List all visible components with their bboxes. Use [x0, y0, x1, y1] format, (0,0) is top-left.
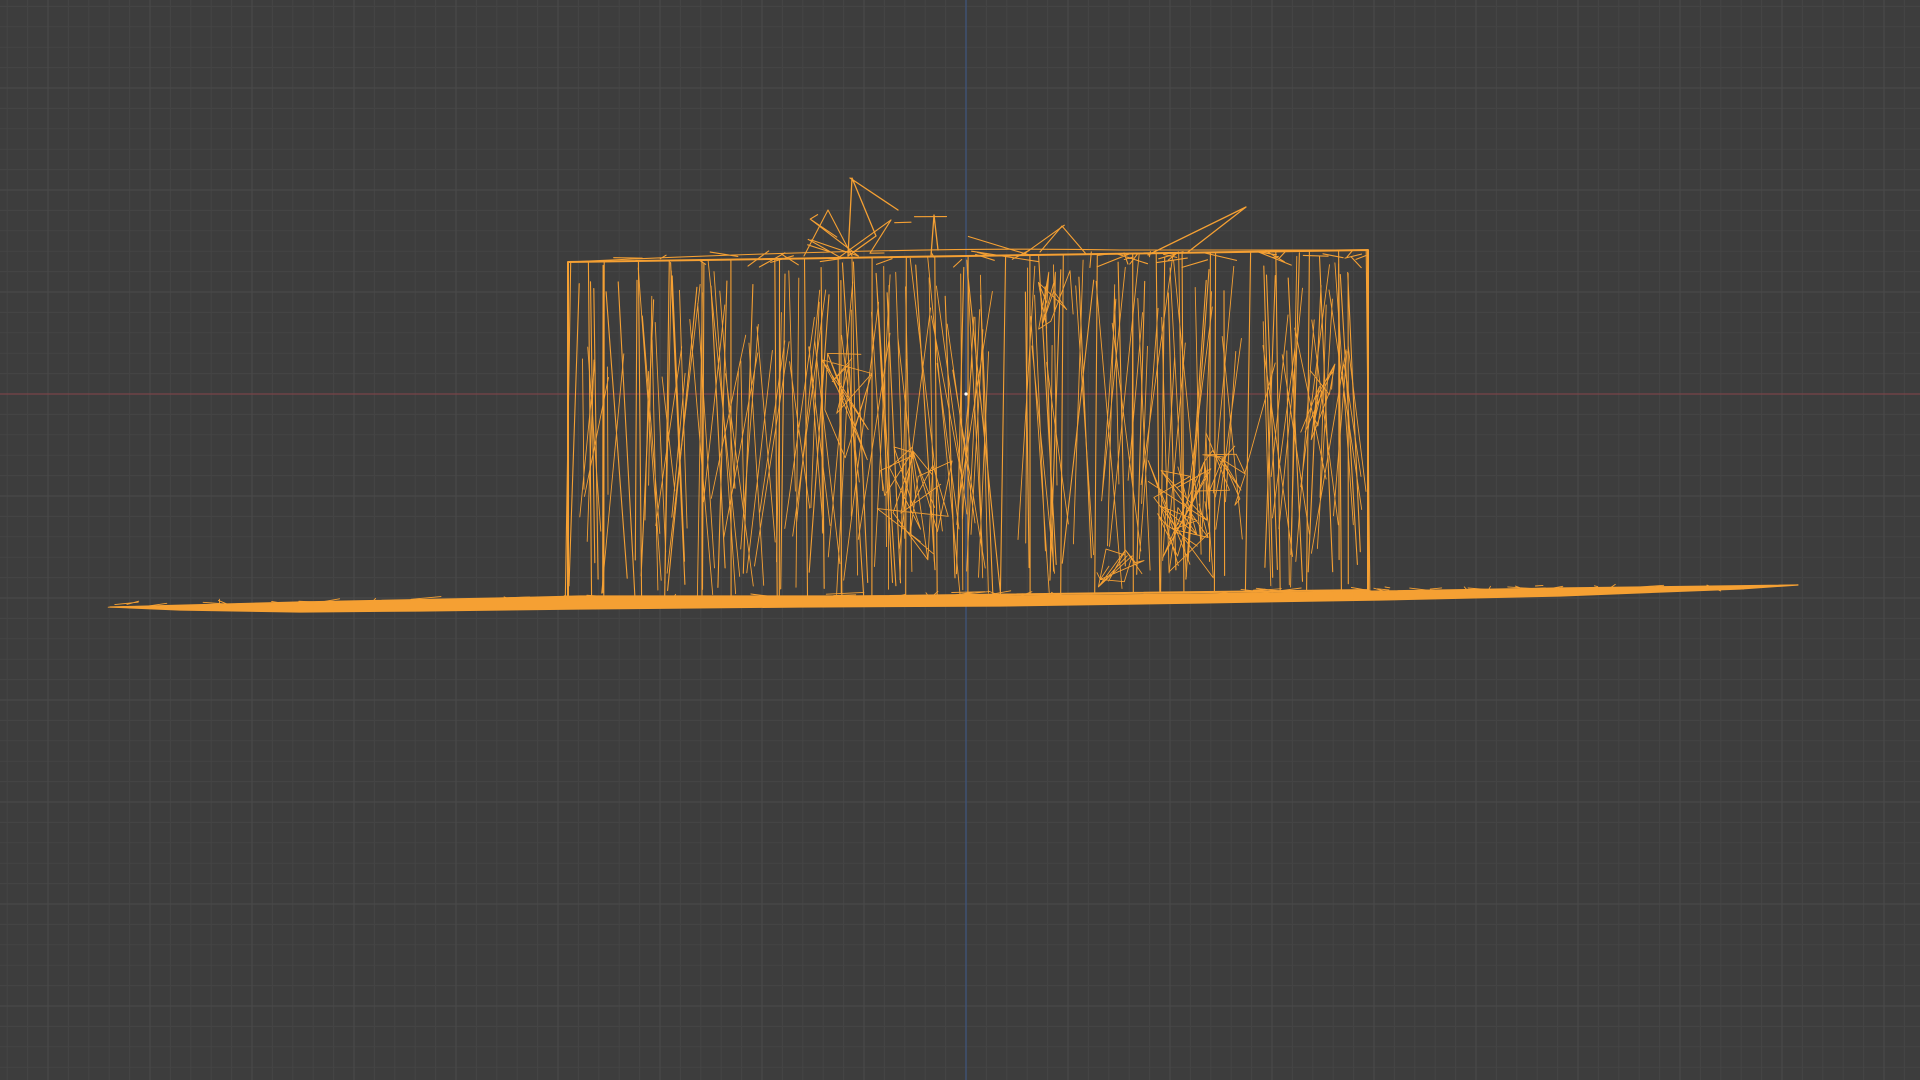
viewport-canvas[interactable] — [0, 0, 1920, 1080]
origin-dot — [964, 392, 968, 396]
3d-viewport[interactable] — [0, 0, 1920, 1080]
viewport-background — [0, 0, 1920, 1080]
